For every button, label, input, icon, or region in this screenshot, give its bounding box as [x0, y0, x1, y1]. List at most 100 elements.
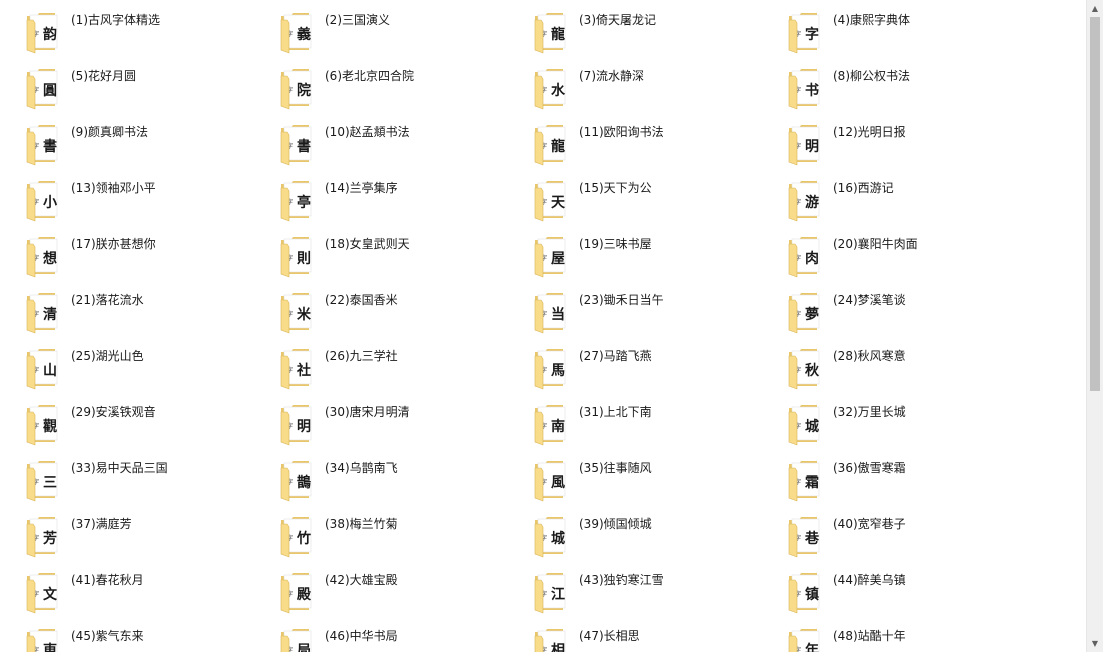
folder-thumbnail-icon: 字圓: [25, 68, 61, 110]
svg-text:亭: 亭: [297, 194, 311, 211]
folder-item[interactable]: 字天 (15)天下为公: [508, 178, 762, 234]
scroll-up-arrow[interactable]: ▲: [1087, 0, 1103, 17]
svg-text:年: 年: [805, 642, 819, 652]
scrollbar-thumb[interactable]: [1090, 17, 1100, 391]
folder-thumbnail-icon: 字馬: [533, 348, 569, 390]
folder-item[interactable]: 字相 (47)长相思: [508, 626, 762, 652]
folder-item[interactable]: 字米 (22)泰国香米: [254, 290, 508, 346]
folder-item[interactable]: 字文 (41)春花秋月: [0, 570, 254, 626]
svg-text:江: 江: [551, 586, 565, 603]
folder-thumbnail-icon: 字局: [279, 628, 315, 652]
folder-thumbnail-icon: 字義: [279, 12, 315, 54]
folder-item[interactable]: 字芳 (37)满庭芳: [0, 514, 254, 570]
folder-item[interactable]: 字東 (45)紫气东来: [0, 626, 254, 652]
folder-label: (6)老北京四合院: [325, 69, 414, 83]
folder-label: (10)赵孟頫书法: [325, 125, 410, 139]
folder-thumbnail-icon: 字文: [25, 572, 61, 614]
folder-item[interactable]: 字龍 (3)倚天屠龙记: [508, 10, 762, 66]
folder-item[interactable]: 字局 (46)中华书局: [254, 626, 508, 652]
folder-thumbnail-icon: 字清: [25, 292, 61, 334]
folder-label: (12)光明日报: [833, 125, 906, 139]
folder-item[interactable]: 字清 (21)落花流水: [0, 290, 254, 346]
folder-thumbnail-icon: 字三: [25, 460, 61, 502]
svg-text:想: 想: [42, 250, 57, 267]
folder-label: (29)安溪铁观音: [71, 405, 156, 419]
svg-text:院: 院: [297, 82, 311, 99]
folder-item[interactable]: 字竹 (38)梅兰竹菊: [254, 514, 508, 570]
folder-item[interactable]: 字院 (6)老北京四合院: [254, 66, 508, 122]
folder-item[interactable]: 字義 (2)三国演义: [254, 10, 508, 66]
scroll-down-arrow[interactable]: ▼: [1087, 635, 1103, 652]
folder-thumbnail-icon: 字書: [25, 124, 61, 166]
folder-label: (41)春花秋月: [71, 573, 144, 587]
folder-label: (34)乌鹊南飞: [325, 461, 398, 475]
folder-thumbnail-icon: 字年: [787, 628, 823, 652]
folder-thumbnail-icon: 字芳: [25, 516, 61, 558]
folder-item[interactable]: 字年 (48)站酷十年: [762, 626, 1016, 652]
svg-text:鵲: 鵲: [297, 474, 311, 491]
folder-item[interactable]: 字龍 (11)欧阳询书法: [508, 122, 762, 178]
chevron-up-icon: ▲: [1091, 4, 1099, 13]
folder-label: (22)泰国香米: [325, 293, 398, 307]
folder-label: (3)倚天屠龙记: [579, 13, 656, 27]
folder-item[interactable]: 字書 (9)颜真卿书法: [0, 122, 254, 178]
svg-text:書: 書: [43, 138, 57, 155]
folder-label: (4)康熙字典体: [833, 13, 910, 27]
svg-text:书: 书: [805, 82, 819, 99]
folder-item[interactable]: 字霜 (36)傲雪寒霜: [762, 458, 1016, 514]
folder-item[interactable]: 字江 (43)独钓寒江雪: [508, 570, 762, 626]
folder-thumbnail-icon: 字龍: [533, 124, 569, 166]
folder-item[interactable]: 字当 (23)锄禾日当午: [508, 290, 762, 346]
folder-item[interactable]: 字風 (35)往事随风: [508, 458, 762, 514]
svg-text:巷: 巷: [804, 530, 820, 547]
folder-label: (2)三国演义: [325, 13, 390, 27]
folder-item[interactable]: 字三 (33)易中天品三国: [0, 458, 254, 514]
folder-item[interactable]: 字肉 (20)襄阳牛肉面: [762, 234, 1016, 290]
folder-label: (19)三味书屋: [579, 237, 652, 251]
vertical-scrollbar[interactable]: ▲ ▼: [1086, 0, 1103, 652]
folder-item[interactable]: 字秋 (28)秋风寒意: [762, 346, 1016, 402]
folder-item[interactable]: 字小 (13)领袖邓小平: [0, 178, 254, 234]
folder-item[interactable]: 字游 (16)西游记: [762, 178, 1016, 234]
folder-thumbnail-icon: 字字: [787, 12, 823, 54]
folder-item[interactable]: 字水 (7)流水静深: [508, 66, 762, 122]
folder-item[interactable]: 字书 (8)柳公权书法: [762, 66, 1016, 122]
folder-item[interactable]: 字巷 (40)宽窄巷子: [762, 514, 1016, 570]
folder-item[interactable]: 字想 (17)朕亦甚想你: [0, 234, 254, 290]
folder-item[interactable]: 字山 (25)湖光山色: [0, 346, 254, 402]
folder-label: (35)往事随风: [579, 461, 652, 475]
folder-item[interactable]: 字夢 (24)梦溪笔谈: [762, 290, 1016, 346]
folder-item[interactable]: 字則 (18)女皇武则天: [254, 234, 508, 290]
folder-item[interactable]: 字韵 (1)古风字体精选: [0, 10, 254, 66]
folder-item[interactable]: 字社 (26)九三学社: [254, 346, 508, 402]
file-view: 字韵 (1)古风字体精选字義 (2)三国演义字龍 (3)倚天屠龙记字字 (4)康熙字典体…: [0, 0, 1086, 652]
folder-item[interactable]: 字殿 (42)大雄宝殿: [254, 570, 508, 626]
folder-thumbnail-icon: 字书: [787, 68, 823, 110]
folder-item[interactable]: 字字 (4)康熙字典体: [762, 10, 1016, 66]
folder-item[interactable]: 字書 (10)赵孟頫书法: [254, 122, 508, 178]
folder-thumbnail-icon: 字南: [533, 404, 569, 446]
folder-item[interactable]: 字馬 (27)马踏飞燕: [508, 346, 762, 402]
folder-thumbnail-icon: 字想: [25, 236, 61, 278]
folder-item[interactable]: 字南 (31)上北下南: [508, 402, 762, 458]
folder-item[interactable]: 字觀 (29)安溪铁观音: [0, 402, 254, 458]
folder-label: (9)颜真卿书法: [71, 125, 148, 139]
folder-item[interactable]: 字城 (39)倾国倾城: [508, 514, 762, 570]
folder-thumbnail-icon: 字当: [533, 292, 569, 334]
folder-thumbnail-icon: 字巷: [787, 516, 823, 558]
folder-thumbnail-icon: 字屋: [533, 236, 569, 278]
folder-item[interactable]: 字圓 (5)花好月圆: [0, 66, 254, 122]
svg-text:米: 米: [297, 306, 312, 323]
folder-thumbnail-icon: 字明: [279, 404, 315, 446]
folder-item[interactable]: 字亭 (14)兰亭集序: [254, 178, 508, 234]
folder-thumbnail-icon: 字明: [787, 124, 823, 166]
folder-item[interactable]: 字明 (30)唐宋月明清: [254, 402, 508, 458]
folder-thumbnail-icon: 字秋: [787, 348, 823, 390]
folder-item[interactable]: 字屋 (19)三味书屋: [508, 234, 762, 290]
folder-item[interactable]: 字城 (32)万里长城: [762, 402, 1016, 458]
folder-item[interactable]: 字镇 (44)醉美乌镇: [762, 570, 1016, 626]
folder-label: (13)领袖邓小平: [71, 181, 156, 195]
folder-label: (30)唐宋月明清: [325, 405, 410, 419]
folder-item[interactable]: 字明 (12)光明日报: [762, 122, 1016, 178]
folder-item[interactable]: 字鵲 (34)乌鹊南飞: [254, 458, 508, 514]
